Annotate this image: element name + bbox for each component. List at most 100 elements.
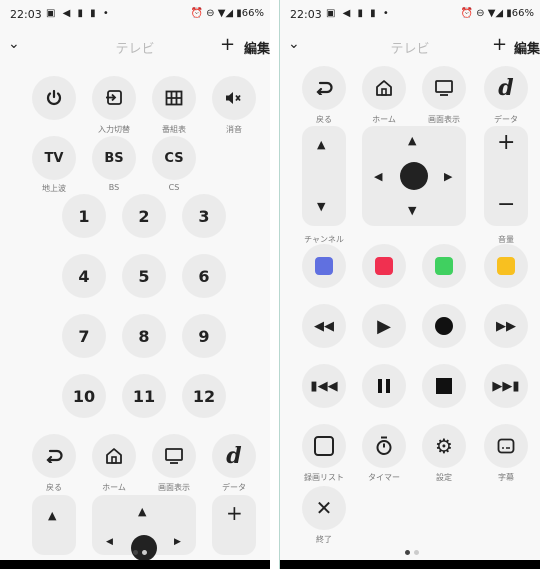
green-button[interactable]: [422, 244, 466, 288]
volume-rocker[interactable]: +: [212, 495, 256, 555]
timer-icon: [376, 436, 392, 455]
mute-button[interactable]: [212, 76, 256, 120]
dpad-left-icon[interactable]: ◀: [374, 170, 382, 183]
channel-down-icon[interactable]: ▼: [317, 200, 325, 213]
channel-rocker[interactable]: ▲ ▼: [302, 126, 346, 226]
stop-icon: [436, 378, 452, 394]
tv-button[interactable]: TV: [32, 136, 76, 180]
fast-forward-icon: ▶▶: [496, 318, 516, 334]
rewind-button[interactable]: ◀◀: [302, 304, 346, 348]
subtitles-label: 字幕: [498, 473, 514, 482]
channel-up-icon[interactable]: ▲: [48, 509, 56, 522]
home-icon: [106, 448, 122, 464]
app-bar: ⌄ テレビ + 編集: [0, 34, 270, 60]
home-button[interactable]: [362, 66, 406, 110]
pause-button[interactable]: [362, 364, 406, 408]
data-button[interactable]: d: [484, 66, 528, 110]
home-button[interactable]: [92, 434, 136, 478]
add-button[interactable]: +: [492, 34, 507, 55]
number-button-12[interactable]: 12: [182, 374, 226, 418]
red-swatch: [375, 257, 393, 275]
edit-button[interactable]: 編集: [244, 38, 270, 57]
stop-button[interactable]: [422, 364, 466, 408]
number-button-4[interactable]: 4: [62, 254, 106, 298]
skip-next-icon: ▶▶▮: [492, 378, 520, 394]
program-guide-button[interactable]: [152, 76, 196, 120]
yellow-button[interactable]: [484, 244, 528, 288]
status-time: 22:03: [10, 8, 42, 21]
data-button[interactable]: d: [212, 434, 256, 478]
cs-label: CS: [168, 183, 180, 192]
skip-next-button[interactable]: ▶▶▮: [484, 364, 528, 408]
status-time: 22:03: [290, 8, 322, 21]
channel-up-icon[interactable]: ▲: [317, 138, 325, 151]
play-button[interactable]: ▶: [362, 304, 406, 348]
record-button[interactable]: [422, 304, 466, 348]
end-button[interactable]: ✕: [302, 486, 346, 530]
page-indicator: [414, 550, 419, 555]
dpad-left-icon[interactable]: ◀: [106, 537, 113, 547]
number-button-8[interactable]: 8: [122, 314, 166, 358]
channel-rocker[interactable]: ▲: [32, 495, 76, 555]
data-label: データ: [494, 115, 518, 124]
number-button-9[interactable]: 9: [182, 314, 226, 358]
dpad-up-icon[interactable]: ▲: [408, 134, 416, 147]
edit-button[interactable]: 編集: [514, 38, 540, 57]
number-button-6[interactable]: 6: [182, 254, 226, 298]
blue-button[interactable]: [302, 244, 346, 288]
back-icon: [46, 449, 63, 463]
input-switch-icon: [106, 90, 122, 105]
number-button-2[interactable]: 2: [122, 194, 166, 238]
dpad-right-icon[interactable]: ▶: [444, 170, 452, 183]
number-button-3[interactable]: 3: [182, 194, 226, 238]
dpad-ok-button[interactable]: [131, 535, 157, 561]
recording-list-button[interactable]: [302, 424, 346, 468]
cs-button[interactable]: CS: [152, 136, 196, 180]
screen-display-icon: [165, 448, 183, 464]
number-button-10[interactable]: 10: [62, 374, 106, 418]
power-button[interactable]: [32, 76, 76, 120]
dpad[interactable]: ▲ ▼ ◀ ▶: [362, 126, 466, 226]
number-button-5[interactable]: 5: [122, 254, 166, 298]
battery-level: 66%: [241, 8, 264, 19]
settings-button[interactable]: ⚙: [422, 424, 466, 468]
input-switch-button[interactable]: [92, 76, 136, 120]
dpad-right-icon[interactable]: ▶: [174, 537, 181, 547]
skip-previous-button[interactable]: ▮◀◀: [302, 364, 346, 408]
screen-display-icon: [435, 80, 453, 96]
screen-display-button[interactable]: [422, 66, 466, 110]
fast-forward-button[interactable]: ▶▶: [484, 304, 528, 348]
recording-list-icon: [314, 436, 334, 456]
timer-button[interactable]: [362, 424, 406, 468]
gear-icon: ⚙: [435, 434, 453, 458]
screen-display-button[interactable]: [152, 434, 196, 478]
dpad-up-icon[interactable]: ▲: [138, 505, 146, 518]
rewind-icon: ◀◀: [314, 318, 334, 334]
blue-swatch: [315, 257, 333, 275]
volume-up-icon[interactable]: +: [497, 130, 515, 155]
number-button-1[interactable]: 1: [62, 194, 106, 238]
dpad-ok-button[interactable]: [400, 162, 428, 190]
green-swatch: [435, 257, 453, 275]
record-icon: [435, 317, 453, 335]
dpad-down-icon[interactable]: ▼: [408, 204, 416, 217]
red-button[interactable]: [362, 244, 406, 288]
program-guide-icon: [165, 90, 183, 106]
system-icons: ⏰ ⊖ ▼◢ ▮66%: [460, 8, 534, 19]
subtitles-button[interactable]: [484, 424, 528, 468]
volume-down-icon[interactable]: −: [497, 192, 515, 217]
add-button[interactable]: +: [220, 34, 235, 55]
dpad[interactable]: ▲ ◀ ▶: [92, 495, 196, 561]
number-button-11[interactable]: 11: [122, 374, 166, 418]
yellow-swatch: [497, 257, 515, 275]
system-icons: ⏰ ⊖ ▼◢ ▮66%: [190, 8, 264, 19]
volume-rocker[interactable]: + −: [484, 126, 528, 226]
mute-icon: [226, 92, 241, 104]
number-button-7[interactable]: 7: [62, 314, 106, 358]
back-button[interactable]: [32, 434, 76, 478]
status-bar: 22:03 ▣ ◀ ▮ ▮ • ⏰ ⊖ ▼◢ ▮66%: [10, 8, 264, 24]
back-button[interactable]: [302, 66, 346, 110]
bs-button[interactable]: BS: [92, 136, 136, 180]
right-panel: 22:03 ▣ ◀ ▮ ▮ • ⏰ ⊖ ▼◢ ▮66% ⌄ テレビ + 編集 d…: [280, 0, 540, 569]
volume-up-icon[interactable]: +: [226, 501, 243, 525]
